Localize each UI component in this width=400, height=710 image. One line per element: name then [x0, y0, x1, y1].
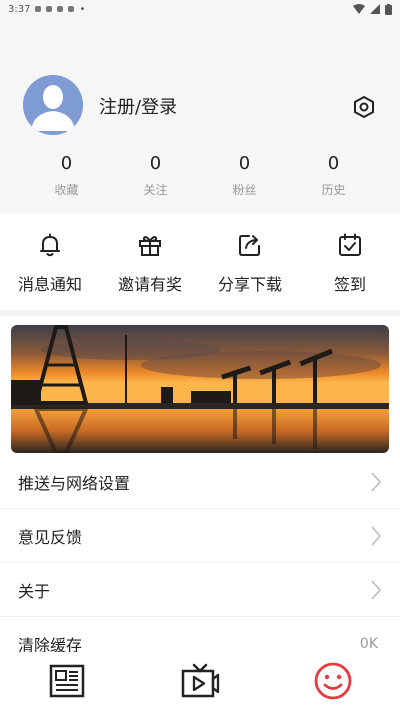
tab-video[interactable]	[133, 652, 266, 710]
tab-profile[interactable]	[267, 652, 400, 710]
chevron-right-icon	[371, 579, 382, 600]
status-time: 3:37	[8, 3, 31, 15]
section-divider	[0, 310, 400, 316]
stat-label: 收藏	[54, 183, 79, 197]
quick-action-label: 分享下载	[217, 275, 282, 294]
settings-button[interactable]	[350, 93, 378, 121]
notification-icon	[35, 6, 42, 12]
menu-item-about[interactable]: 关于	[0, 563, 400, 617]
settings-icon	[354, 95, 374, 119]
user-silhouette-icon	[23, 75, 83, 135]
promo-banner[interactable]	[11, 325, 389, 453]
profile-stats: 0 收藏 0 关注 0 粉丝 0 历史	[0, 153, 400, 198]
stat-label: 历史	[321, 183, 346, 197]
more-notifications-icon: •	[79, 3, 86, 15]
quick-action-label: 消息通知	[17, 275, 82, 294]
quick-action-invite[interactable]: 邀请有奖	[100, 214, 200, 310]
video-icon	[181, 663, 220, 698]
quick-action-label: 签到	[333, 275, 366, 294]
stat-following[interactable]: 0 关注	[111, 153, 200, 198]
quick-action-checkin[interactable]: 签到	[300, 214, 400, 310]
cache-size-value: 0K	[359, 635, 378, 652]
status-bar: 3:37 •	[0, 0, 400, 18]
menu-item-push-network[interactable]: 推送与网络设置	[0, 455, 400, 509]
news-icon	[49, 664, 84, 698]
stat-favorites[interactable]: 0 收藏	[22, 153, 111, 198]
signal-icon	[370, 4, 380, 14]
settings-menu: 推送与网络设置 意见反馈 关于 清除缓存 0K	[0, 455, 400, 671]
stat-followers[interactable]: 0 粉丝	[200, 153, 289, 198]
menu-item-label: 关于	[18, 581, 51, 601]
stat-label: 粉丝	[232, 183, 257, 197]
stat-value: 0	[60, 153, 73, 174]
smile-icon	[314, 662, 352, 700]
menu-item-label: 意见反馈	[18, 527, 83, 547]
avatar[interactable]	[23, 75, 83, 135]
menu-item-feedback[interactable]: 意见反馈	[0, 509, 400, 563]
quick-actions: 消息通知 邀请有奖 分享下载 签到	[0, 214, 400, 310]
stat-value: 0	[238, 153, 251, 174]
gift-icon	[139, 236, 161, 256]
calendar-check-icon	[339, 233, 361, 256]
menu-item-label: 推送与网络设置	[18, 473, 131, 493]
quick-action-label: 邀请有奖	[117, 275, 182, 294]
login-register-link[interactable]: 注册/登录	[99, 93, 177, 119]
stat-value: 0	[149, 153, 162, 174]
share-icon	[239, 235, 260, 256]
notification-icon	[68, 6, 75, 12]
stat-label: 关注	[143, 183, 168, 197]
chevron-right-icon	[371, 471, 382, 492]
oilfield-sunset-image	[11, 325, 389, 453]
stat-history[interactable]: 0 历史	[289, 153, 378, 198]
tab-news[interactable]	[0, 652, 133, 710]
chevron-right-icon	[371, 525, 382, 546]
stat-value: 0	[327, 153, 340, 174]
quick-action-share[interactable]: 分享下载	[200, 214, 300, 310]
battery-icon	[385, 3, 392, 15]
bottom-tab-bar	[0, 652, 400, 710]
profile-header: 注册/登录 0 收藏 0 关注 0 粉丝 0 历史	[0, 18, 400, 214]
bell-icon	[40, 233, 60, 257]
notification-icon	[57, 6, 64, 12]
wifi-icon	[353, 4, 365, 14]
quick-action-notifications[interactable]: 消息通知	[0, 214, 100, 310]
notification-icon	[46, 6, 53, 12]
